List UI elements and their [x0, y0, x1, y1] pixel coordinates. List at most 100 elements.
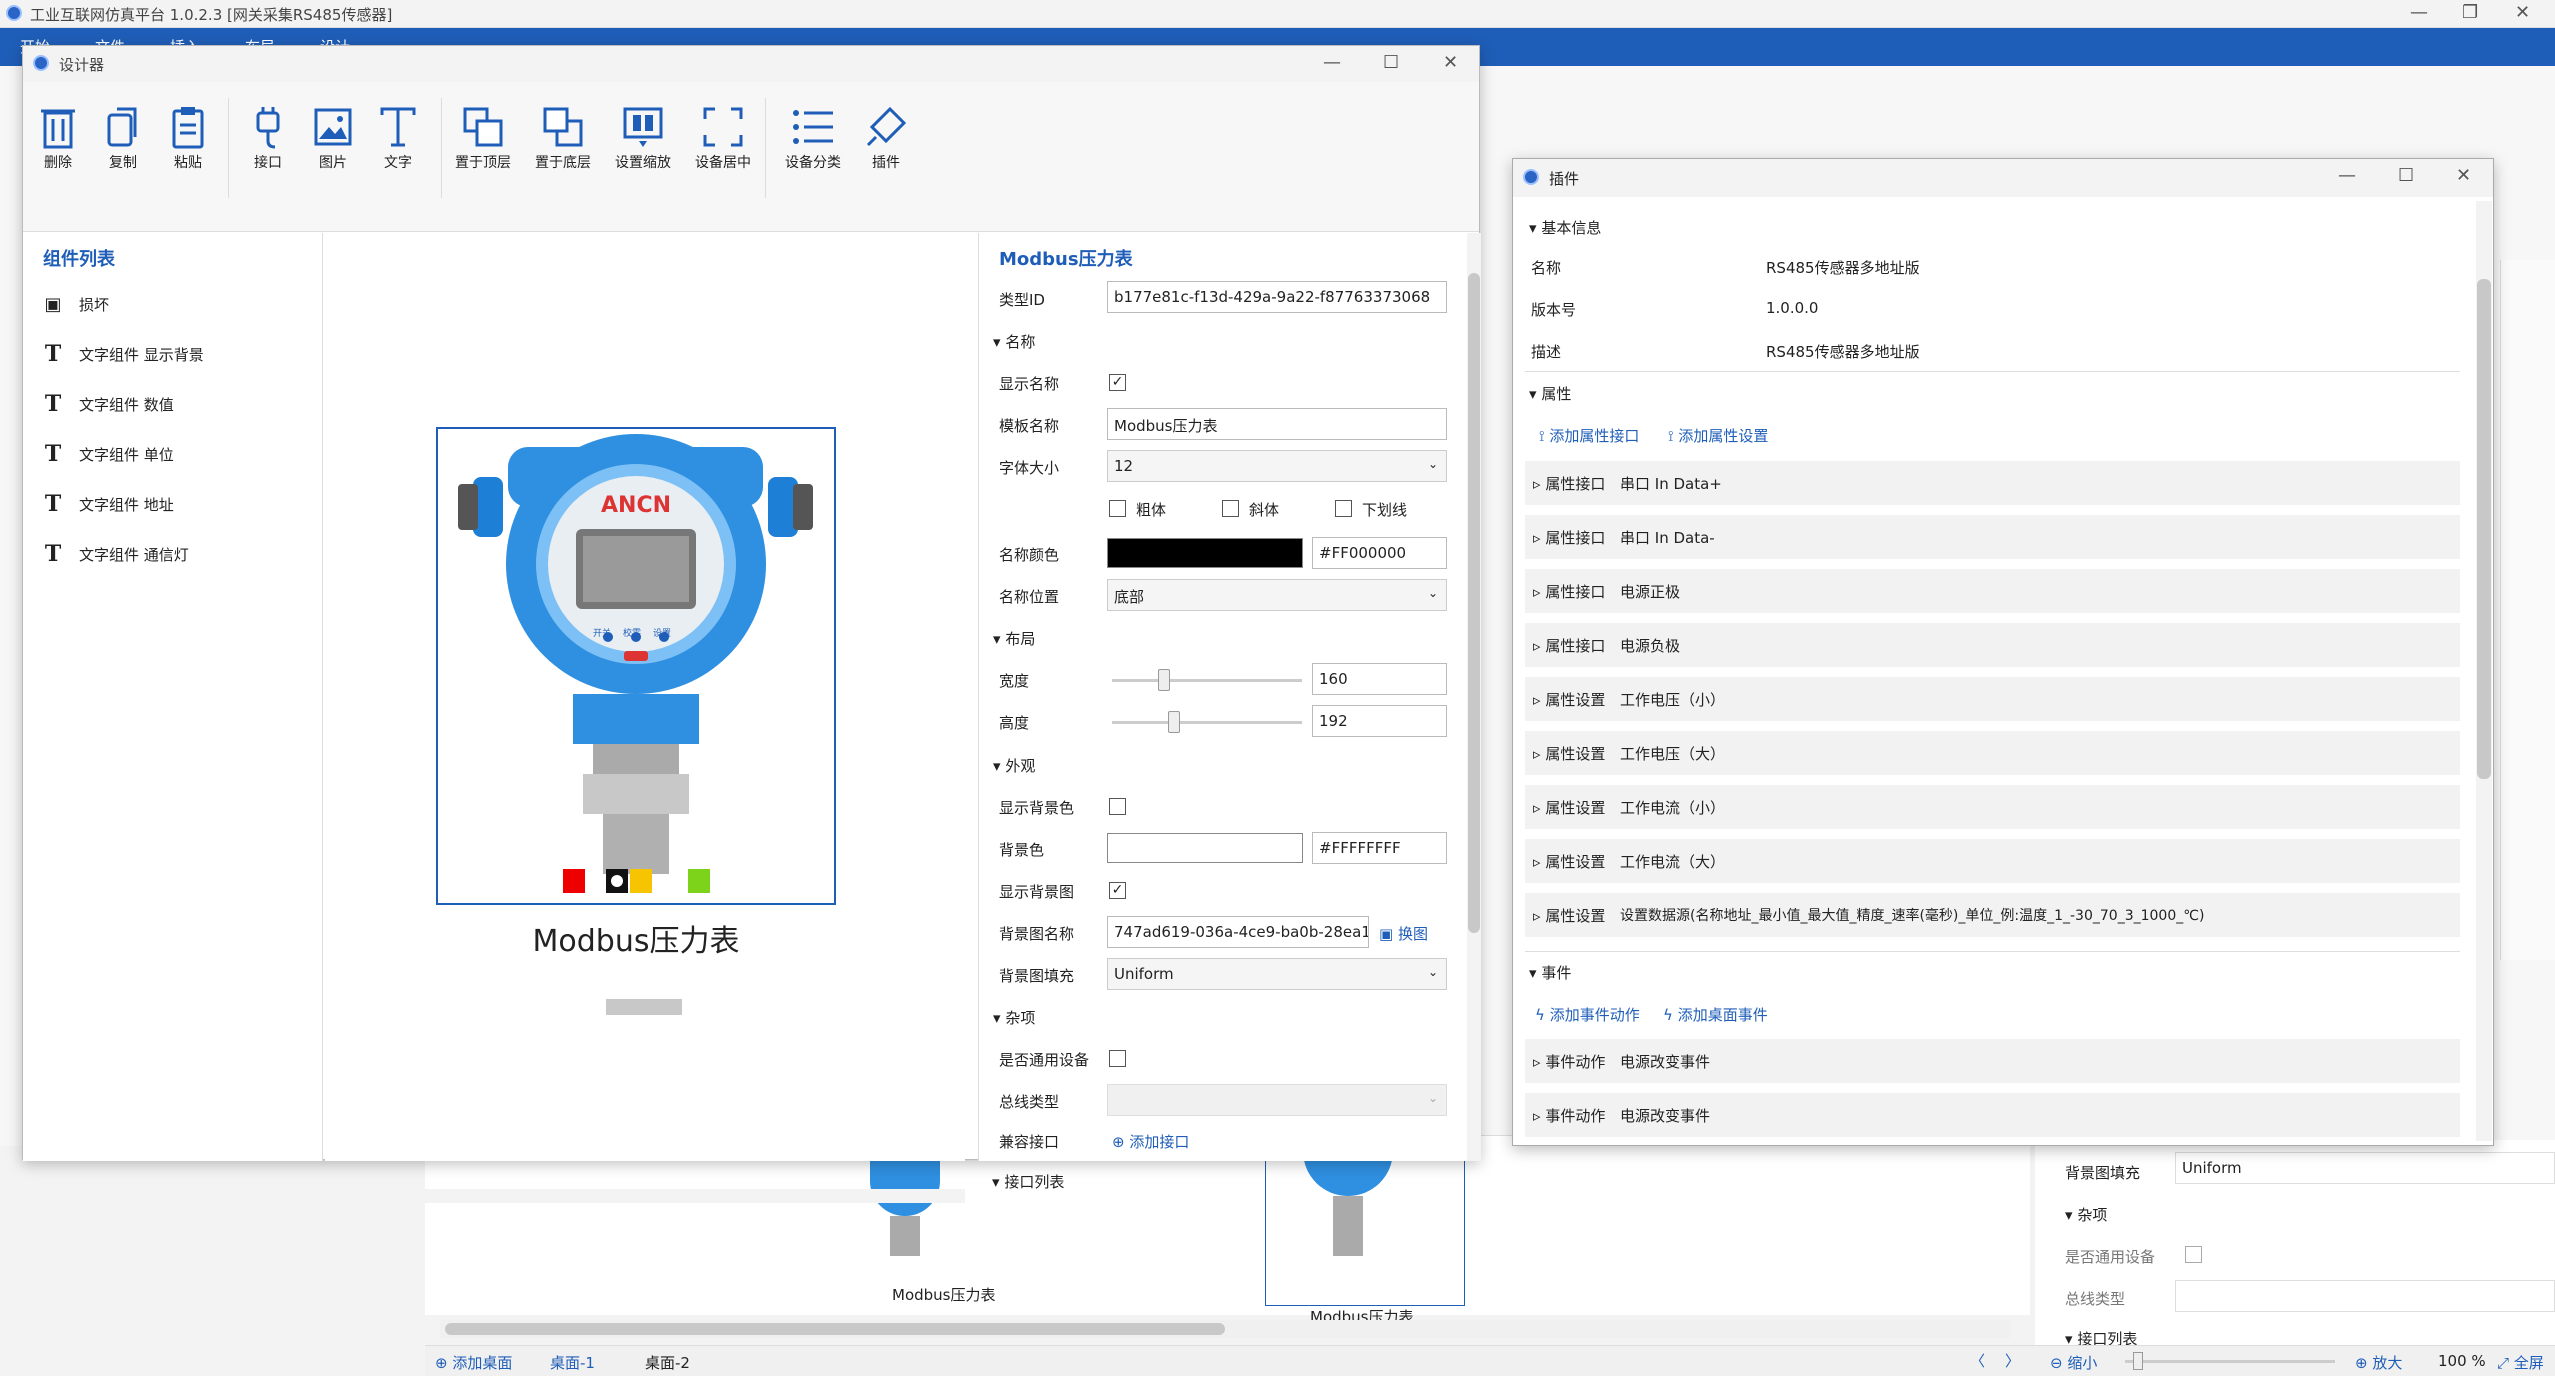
component-text-light[interactable]: T 文字组件 通信灯 [41, 539, 189, 569]
text-button[interactable]: 文字 [363, 102, 433, 172]
bg-image-name-field[interactable]: 747ad619-036a-4ce9-ba0b-28ea1ee [1107, 916, 1369, 948]
common-device-checkbox[interactable] [1109, 1050, 1126, 1067]
attr-row[interactable]: ▹ 属性接口 电源正极 [1525, 569, 2460, 613]
attr-row[interactable]: ▹ 属性设置 工作电压（大） [1525, 731, 2460, 775]
show-name-checkbox[interactable]: ✓ [1109, 374, 1126, 391]
background-hscroll-thumb[interactable] [445, 1323, 1225, 1335]
plugin-minimize-icon[interactable]: — [2338, 165, 2356, 186]
width-field[interactable]: 160 [1312, 663, 1447, 695]
add-desktop-event-button[interactable]: ϟ 添加桌面事件 [1663, 1004, 1768, 1025]
plugin-close-icon[interactable]: ✕ [2456, 165, 2471, 186]
plugin-desc-value: RS485传感器多地址版 [1766, 343, 1920, 361]
zoom-slider[interactable] [2125, 1360, 2335, 1363]
event-section[interactable]: ▾ 事件 [1529, 962, 1571, 983]
template-name-field[interactable]: Modbus压力表 [1107, 408, 1447, 440]
designer-minimize-icon[interactable]: — [1323, 52, 1341, 73]
swap-image-button[interactable]: ▣ 换图 [1379, 923, 1428, 944]
show-bg-color-checkbox[interactable] [1109, 798, 1126, 815]
basic-info-section[interactable]: ▾ 基本信息 [1529, 217, 1601, 238]
delete-button[interactable]: 删除 [23, 102, 93, 172]
plugin-button[interactable]: 插件 [851, 102, 921, 172]
attr-row[interactable]: ▹ 属性接口 串口 In Data- [1525, 515, 2460, 559]
height-slider[interactable] [1112, 721, 1302, 724]
fullscreen-button[interactable]: ⤢ 全屏 [2497, 1352, 2544, 1373]
bg-color-field[interactable]: #FFFFFFFF [1312, 832, 1447, 864]
bg-misc-section[interactable]: ▾ 杂项 [2065, 1204, 2107, 1225]
add-desktop-button[interactable]: ⊕ 添加桌面 [435, 1352, 512, 1373]
plugin-maximize-icon[interactable]: ☐ [2398, 165, 2414, 186]
device-preview[interactable]: ANCN 开关 校零 设置 [436, 427, 836, 905]
interface-button[interactable]: 接口 [233, 102, 303, 172]
bold-label: 粗体 [1136, 501, 1167, 519]
component-text-address[interactable]: T 文字组件 地址 [41, 489, 174, 519]
appearance-section[interactable]: ▾ 外观 [993, 755, 1035, 776]
bus-type-select[interactable]: ⌄ [1107, 1084, 1447, 1116]
tab-desktop-2[interactable]: 桌面-2 [645, 1352, 690, 1373]
attr-row[interactable]: ▹ 属性设置 工作电压（小） [1525, 677, 2460, 721]
font-size-select[interactable]: 12 ⌄ [1107, 450, 1447, 482]
layout-section[interactable]: ▾ 布局 [993, 628, 1035, 649]
set-scale-button[interactable]: 设置缩放 [608, 102, 678, 172]
attribute-section[interactable]: ▾ 属性 [1529, 383, 1571, 404]
send-to-back-button[interactable]: 置于底层 [528, 102, 598, 172]
text-icon [363, 102, 433, 152]
misc-section[interactable]: ▾ 杂项 [993, 1007, 1035, 1028]
width-slider-thumb[interactable] [1158, 669, 1170, 691]
event-row[interactable]: ▹ 事件动作 电源改变事件 [1525, 1039, 2460, 1083]
italic-checkbox[interactable] [1222, 500, 1239, 517]
maximize-icon[interactable]: ❐ [2462, 2, 2478, 23]
zoom-slider-thumb[interactable] [2133, 1352, 2143, 1370]
device-category-button[interactable]: 设备分类 [778, 102, 848, 172]
component-damage[interactable]: ▣ 损坏 [41, 289, 109, 319]
attr-row[interactable]: ▹ 属性设置 工作电流（大） [1525, 839, 2460, 883]
event-row[interactable]: ▹ 事件动作 电源改变事件 [1525, 1093, 2460, 1137]
underline-checkbox[interactable] [1335, 500, 1352, 517]
attr-row[interactable]: ▹ 属性接口 串口 In Data+ [1525, 461, 2460, 505]
center-device-button[interactable]: 设备居中 [688, 102, 758, 172]
add-attr-setting-button[interactable]: ⟟ 添加属性设置 [1668, 425, 1768, 446]
add-attr-interface-button[interactable]: ⟟ 添加属性接口 [1539, 425, 1639, 446]
add-event-action-button[interactable]: ϟ 添加事件动作 [1535, 1004, 1640, 1025]
designer-close-icon[interactable]: ✕ [1443, 52, 1458, 73]
bold-checkbox[interactable] [1109, 500, 1126, 517]
copy-button[interactable]: 复制 [88, 102, 158, 172]
canvas-hscroll[interactable] [325, 1189, 965, 1203]
name-color-field[interactable]: #FF000000 [1312, 537, 1447, 569]
tab-desktop-1[interactable]: 桌面-1 [550, 1352, 595, 1373]
image-button[interactable]: 图片 [298, 102, 368, 172]
height-slider-thumb[interactable] [1168, 711, 1180, 733]
attr-row[interactable]: ▹ 属性接口 电源负极 [1525, 623, 2460, 667]
attr-row[interactable]: ▹ 属性设置 工作电流（小） [1525, 785, 2460, 829]
show-bg-image-checkbox[interactable]: ✓ [1109, 882, 1126, 899]
bg-common-checkbox[interactable] [2185, 1246, 2202, 1263]
bg-color-swatch[interactable] [1107, 833, 1303, 863]
zoom-out-button[interactable]: ⊖ 缩小 [2050, 1352, 2097, 1373]
designer-maximize-icon[interactable]: ☐ [1383, 52, 1399, 73]
component-text-value[interactable]: T 文字组件 数值 [41, 389, 174, 419]
minimize-icon[interactable]: — [2410, 2, 2428, 23]
bring-to-front-button[interactable]: 置于顶层 [448, 102, 518, 172]
name-color-swatch[interactable] [1107, 538, 1303, 568]
props-vscroll-thumb[interactable] [1468, 273, 1480, 933]
component-text-bg[interactable]: T 文字组件 显示背景 [41, 339, 204, 369]
bg-fill-select[interactable]: Uniform ⌄ [1107, 958, 1447, 990]
height-field[interactable]: 192 [1312, 705, 1447, 737]
close-icon[interactable]: ✕ [2515, 2, 2530, 23]
bg-bus-select[interactable] [2175, 1280, 2555, 1312]
bg-fill-select[interactable]: Uniform [2175, 1152, 2555, 1184]
name-position-select[interactable]: 底部 ⌄ [1107, 579, 1447, 611]
attr-row[interactable]: ▹ 属性设置 设置数据源(名称地址_最小值_最大值_精度_速率(毫秒)_单位_例:… [1525, 893, 2460, 937]
next-icon[interactable]: 〉 [2005, 1350, 2020, 1371]
plugin-vscroll-thumb[interactable] [2477, 279, 2491, 779]
canvas-hscroll-thumb[interactable] [606, 999, 682, 1015]
paste-button[interactable]: 粘贴 [153, 102, 223, 172]
width-slider[interactable] [1112, 679, 1302, 682]
interface-list-section[interactable]: ▾ 接口列表 [992, 1171, 1064, 1192]
type-id-field[interactable]: b177e81c-f13d-429a-9a22-f87763373068 [1107, 281, 1447, 313]
prev-icon[interactable]: 〈 [1970, 1350, 1985, 1371]
add-interface-button[interactable]: ⊕ 添加接口 [1112, 1131, 1189, 1152]
component-text-unit[interactable]: T 文字组件 单位 [41, 439, 174, 469]
name-section[interactable]: ▾ 名称 [993, 331, 1035, 352]
zoom-in-button[interactable]: ⊕ 放大 [2355, 1352, 2402, 1373]
plugin-version-label: 版本号 [1531, 301, 1577, 319]
